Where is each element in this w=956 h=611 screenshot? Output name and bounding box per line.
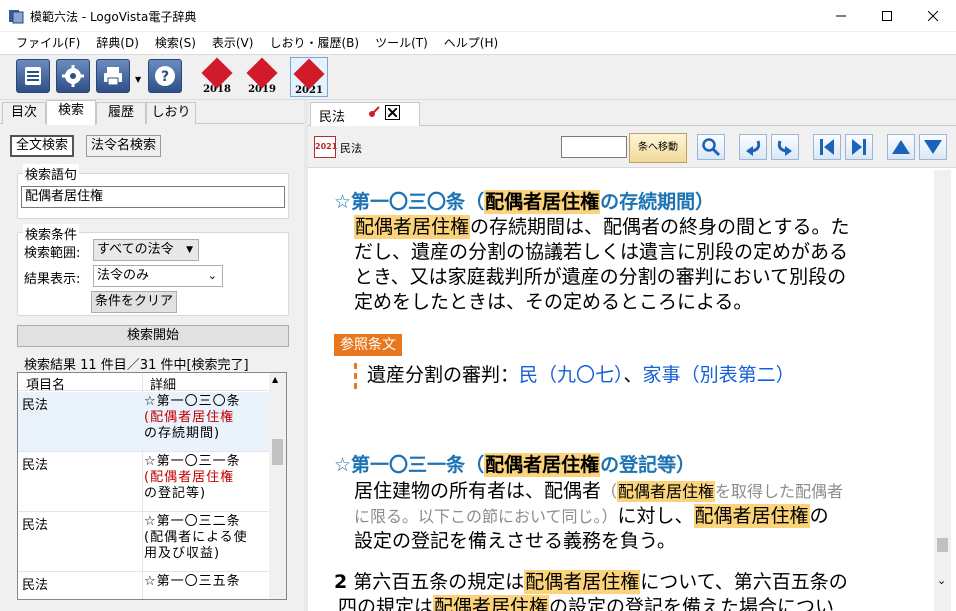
query-group-label: 検索語句 <box>23 164 80 183</box>
article-1030-body: 配偶者居住権の存続期間は、配偶者の終身の間とする。た だし、遺産の分割の協議若し… <box>354 215 850 313</box>
close-button[interactable] <box>910 0 956 32</box>
law-name-search-subtab[interactable]: 法令名検索 <box>86 135 162 157</box>
chevron-down-icon: ⌄ <box>207 269 217 282</box>
article-1030-heading[interactable]: ☆第一〇三〇条（配偶者居住権の存続期間） <box>334 190 714 215</box>
document-tab[interactable]: 民法 <box>310 102 420 127</box>
pin-icon[interactable] <box>367 105 381 122</box>
result-row[interactable]: 民法 ☆第一〇三二条 (配偶者による使 用及び収益) <box>18 512 270 572</box>
close-tab-icon[interactable] <box>385 105 400 120</box>
list-icon <box>25 67 41 85</box>
article-1031-heading[interactable]: ☆第一〇三一条（配偶者居住権の登記等） <box>334 453 695 478</box>
edition-2018-button[interactable]: 2018 <box>198 57 236 97</box>
header-detail[interactable]: 詳細 <box>150 374 176 393</box>
document-pane: 民法 2021 民法 条へ移動 ☆第一〇三〇条（配偶者居住権の存続期間） 配偶者… <box>308 100 956 611</box>
article-number-input[interactable] <box>561 136 627 158</box>
settings-button[interactable] <box>56 59 90 93</box>
skip-next-icon <box>852 139 866 155</box>
triangle-down-icon <box>924 140 942 154</box>
print-button[interactable] <box>96 59 130 93</box>
undo-arrow-icon <box>746 140 761 156</box>
reference-link-minpo-907[interactable]: 民（九〇七） <box>519 364 624 386</box>
svg-text:?: ? <box>161 69 169 85</box>
skip-previous-icon <box>820 139 834 155</box>
result-row[interactable]: 民法 ☆第一〇三〇条 (配偶者居住権 の存続期間) <box>18 392 270 452</box>
menu-tools[interactable]: ツール(T) <box>367 33 436 53</box>
clear-conditions-button[interactable]: 条件をクリア <box>91 291 177 313</box>
reference-link-kaji[interactable]: 家事 <box>643 364 681 386</box>
document-toolbar: 2021 民法 条へ移動 <box>308 126 956 168</box>
scroll-thumb[interactable] <box>272 439 283 465</box>
minimize-button[interactable] <box>818 0 864 32</box>
search-start-button[interactable]: 検索開始 <box>17 325 289 347</box>
reference-badge: 参照条文 <box>334 334 402 356</box>
menu-view[interactable]: 表示(V) <box>204 33 262 53</box>
results-scrollbar[interactable]: ▲ <box>269 373 286 599</box>
reference-link-appendix2[interactable]: （別表第二） <box>681 364 795 386</box>
back-button[interactable] <box>739 134 767 160</box>
result-row[interactable]: 民法 ☆第一〇三一条 (配偶者居住権 の登記等) <box>18 452 270 512</box>
edition-2019-button[interactable]: 2019 <box>243 57 281 97</box>
help-icon: ? <box>155 66 175 86</box>
next-article-button[interactable] <box>845 134 873 160</box>
edition-2021-button[interactable]: 2021 <box>290 57 328 97</box>
document-content: ☆第一〇三〇条（配偶者居住権の存続期間） 配偶者居住権の存続期間は、配偶者の終身… <box>314 170 934 611</box>
document-tabbar: 民法 <box>308 100 956 127</box>
printer-icon <box>104 67 122 86</box>
results-header: 項目名 詳細 <box>18 373 270 393</box>
contents-button[interactable] <box>16 59 50 93</box>
results-list: 項目名 詳細 民法 ☆第一〇三〇条 (配偶者居住権 の存続期間) 民法 ☆第一〇三一… <box>17 372 287 600</box>
result-row[interactable]: 民法 ☆第一〇三五条 <box>18 572 270 599</box>
menu-search[interactable]: 検索(S) <box>147 33 204 53</box>
fulltext-search-subtab[interactable]: 全文検索 <box>10 135 75 157</box>
help-button[interactable]: ? <box>148 59 182 93</box>
previous-article-button[interactable] <box>813 134 841 160</box>
conditions-group-label: 検索条件 <box>23 224 80 243</box>
menu-bookmarks[interactable]: しおり・履歴(B) <box>261 33 367 53</box>
title-bar: 模範六法 - LogoVista電子辞典 <box>0 0 956 32</box>
paragraph-2: 2 第六百五条の規定は配偶者居住権について、第六百五条の 四の規定は配偶者居住権の… <box>334 570 924 611</box>
document-scrollbar[interactable]: ⌄ <box>934 170 951 611</box>
search-icon <box>702 138 721 157</box>
search-query-input[interactable]: 配偶者居住権 <box>21 186 285 208</box>
tab-bookmarks[interactable]: しおり <box>146 102 196 124</box>
window-title: 模範六法 - LogoVista電子辞典 <box>30 10 197 24</box>
redo-arrow-icon <box>777 140 792 156</box>
jump-to-article-button[interactable]: 条へ移動 <box>629 133 687 163</box>
print-dropdown-icon[interactable]: ▼ <box>135 75 141 84</box>
gear-icon <box>62 65 84 87</box>
dropdown-arrow-icon: ▼ <box>186 245 193 255</box>
edition-badge-icon: 2021 <box>314 136 337 158</box>
menu-dictionary[interactable]: 辞典(D) <box>88 33 147 53</box>
tab-search[interactable]: 検索 <box>46 100 96 125</box>
range-label: 検索範囲: <box>24 246 81 261</box>
results-status: 検索結果 11 件目／31 件中[検索完了] <box>24 358 249 373</box>
menu-file[interactable]: ファイル(F) <box>8 33 88 53</box>
left-tabs: 目次 検索 履歴 しおり <box>0 100 304 125</box>
maximize-button[interactable] <box>864 0 910 32</box>
menu-help[interactable]: ヘルプ(H) <box>436 33 506 53</box>
display-select[interactable]: 法令のみ ⌄ <box>93 265 223 287</box>
display-label: 結果表示: <box>24 272 81 287</box>
document-scroll-thumb[interactable] <box>937 538 948 552</box>
tab-contents[interactable]: 目次 <box>2 102 46 124</box>
triangle-up-icon <box>892 140 910 154</box>
article-1031-body: 居住建物の所有者は、配偶者（配偶者居住権を取得した配偶者 に限る。以下この節にお… <box>354 480 844 552</box>
find-button[interactable] <box>697 134 725 160</box>
scroll-up-icon[interactable]: ▲ <box>272 375 278 384</box>
document-label: 民法 <box>340 142 362 155</box>
reference-line: 遺産分割の審判：民（九〇七）、家事（別表第二） <box>354 363 795 389</box>
range-select[interactable]: すべての法令 ▼ <box>93 239 199 261</box>
app-icon <box>8 8 24 24</box>
forward-button[interactable] <box>771 134 799 160</box>
header-item-name[interactable]: 項目名 <box>26 374 65 393</box>
scroll-up-button[interactable] <box>887 134 915 160</box>
menu-bar: ファイル(F) 辞典(D) 検索(S) 表示(V) しおり・履歴(B) ツール(… <box>0 32 956 54</box>
main-toolbar: ▼ ? 2018 2019 2021 <box>0 54 956 100</box>
tab-history[interactable]: 履歴 <box>96 102 146 124</box>
scroll-down-button[interactable] <box>919 134 947 160</box>
scroll-down-icon[interactable]: ⌄ <box>937 574 946 587</box>
